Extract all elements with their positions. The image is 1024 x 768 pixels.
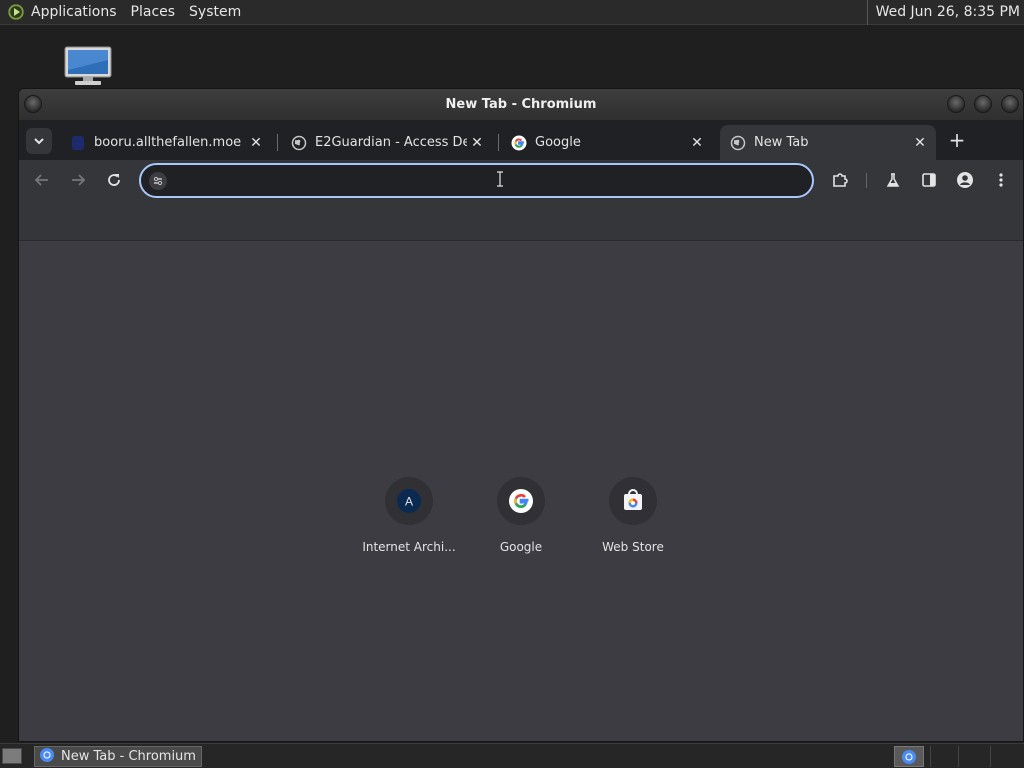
places-menu[interactable]: Places bbox=[124, 0, 183, 25]
menu-button[interactable] bbox=[988, 167, 1014, 193]
chromium-icon bbox=[902, 749, 916, 764]
taskbar-window-title: New Tab - Chromium bbox=[61, 749, 196, 764]
booru-favicon-icon bbox=[70, 135, 86, 151]
shortcut-label: Google bbox=[499, 540, 543, 554]
workspace-separator bbox=[930, 746, 931, 767]
reload-button[interactable] bbox=[101, 167, 127, 193]
system-menu-label: System bbox=[189, 4, 242, 20]
taskbar-window-button[interactable]: New Tab - Chromium bbox=[34, 746, 202, 767]
web-store-icon bbox=[624, 489, 642, 510]
close-icon[interactable]: ✕ bbox=[246, 133, 266, 153]
chevron-down-icon bbox=[34, 138, 44, 145]
system-menu[interactable]: System bbox=[182, 0, 248, 25]
reload-icon bbox=[108, 174, 120, 186]
puzzle-piece-icon bbox=[833, 173, 848, 187]
chromium-window: New Tab - Chromium booru.allthefallen.mo… bbox=[18, 88, 1024, 742]
tab-separator bbox=[498, 134, 499, 151]
address-input[interactable] bbox=[175, 170, 795, 192]
applications-menu[interactable]: Applications bbox=[0, 0, 124, 25]
back-button[interactable] bbox=[29, 167, 55, 193]
tab-strip: booru.allthefallen.moe - V ✕ E2Guardian … bbox=[19, 120, 1023, 160]
workspace-separator bbox=[990, 746, 991, 767]
profile-button[interactable] bbox=[952, 167, 978, 193]
window-menu-button[interactable] bbox=[24, 95, 42, 113]
globe-icon bbox=[291, 135, 307, 151]
tab-google[interactable]: Google ✕ bbox=[501, 125, 713, 160]
shortcut-google[interactable]: Google bbox=[465, 477, 577, 567]
shortcut-label: Internet Archi... bbox=[362, 540, 456, 554]
shortcut-icon-circle: A bbox=[385, 477, 433, 525]
computer-desktop-icon[interactable] bbox=[63, 46, 113, 86]
more-vertical-icon bbox=[999, 173, 1003, 187]
tab-search-button[interactable] bbox=[26, 128, 52, 154]
top-panel: Applications Places System Wed Jun 26, 8… bbox=[0, 0, 1024, 25]
text-cursor-icon bbox=[496, 171, 504, 187]
avatar-icon bbox=[957, 172, 973, 188]
tab-title: Google bbox=[535, 135, 581, 150]
new-tab-button[interactable]: + bbox=[945, 129, 969, 153]
applications-menu-label: Applications bbox=[31, 4, 117, 20]
flask-icon bbox=[886, 173, 900, 187]
workspace-separator bbox=[958, 746, 959, 767]
places-menu-label: Places bbox=[130, 4, 176, 20]
toolbar bbox=[19, 160, 1023, 201]
shortcut-icon-circle bbox=[609, 477, 657, 525]
show-desktop-button[interactable] bbox=[2, 748, 22, 764]
arrow-left-icon bbox=[34, 174, 48, 186]
close-icon[interactable]: ✕ bbox=[687, 133, 707, 153]
minimize-button[interactable] bbox=[947, 95, 965, 113]
site-info-icon[interactable] bbox=[149, 172, 167, 190]
new-tab-page: A Internet Archi... Google Web Store bbox=[19, 242, 1023, 741]
close-window-button[interactable] bbox=[1001, 95, 1019, 113]
toolbar-divider bbox=[866, 173, 867, 188]
maximize-button[interactable] bbox=[974, 95, 992, 113]
close-icon[interactable]: ✕ bbox=[910, 133, 930, 153]
applications-logo-icon bbox=[7, 3, 25, 21]
clock[interactable]: Wed Jun 26, 8:35 PM bbox=[866, 0, 1020, 25]
chromium-icon bbox=[39, 747, 55, 767]
extensions-button[interactable] bbox=[827, 167, 853, 193]
bookmarks-bar bbox=[19, 201, 1023, 241]
tab-new-tab[interactable]: New Tab ✕ bbox=[720, 125, 936, 160]
window-title: New Tab - Chromium bbox=[445, 97, 597, 112]
svg-text:A: A bbox=[405, 495, 413, 509]
shortcut-label: Web Store bbox=[602, 540, 664, 554]
google-g-icon bbox=[509, 489, 533, 513]
tab-e2guardian[interactable]: E2Guardian - Access Deni ✕ bbox=[281, 125, 493, 160]
window-titlebar[interactable]: New Tab - Chromium bbox=[19, 89, 1023, 120]
forward-button[interactable] bbox=[65, 167, 91, 193]
side-panel-button[interactable] bbox=[916, 167, 942, 193]
workspace-switcher-chromium[interactable] bbox=[894, 746, 924, 767]
arrow-right-icon bbox=[72, 174, 86, 186]
omnibox[interactable] bbox=[139, 163, 814, 198]
letter-avatar-icon: A bbox=[397, 489, 421, 513]
tab-title: New Tab bbox=[754, 135, 809, 150]
tab-title: booru.allthefallen.moe - V bbox=[94, 135, 246, 150]
tab-separator bbox=[277, 134, 278, 151]
shortcut-internet-archive[interactable]: A Internet Archi... bbox=[353, 477, 465, 567]
close-icon[interactable]: ✕ bbox=[467, 133, 487, 153]
shortcut-icon-circle bbox=[497, 477, 545, 525]
side-panel-icon bbox=[922, 173, 936, 187]
labs-button[interactable] bbox=[880, 167, 906, 193]
tab-title: E2Guardian - Access Deni bbox=[315, 135, 467, 150]
tab-booru[interactable]: booru.allthefallen.moe - V ✕ bbox=[60, 125, 272, 160]
shortcut-web-store[interactable]: Web Store bbox=[577, 477, 689, 567]
bottom-panel: New Tab - Chromium bbox=[0, 743, 1024, 768]
google-g-icon bbox=[511, 135, 527, 151]
globe-icon bbox=[730, 135, 746, 151]
